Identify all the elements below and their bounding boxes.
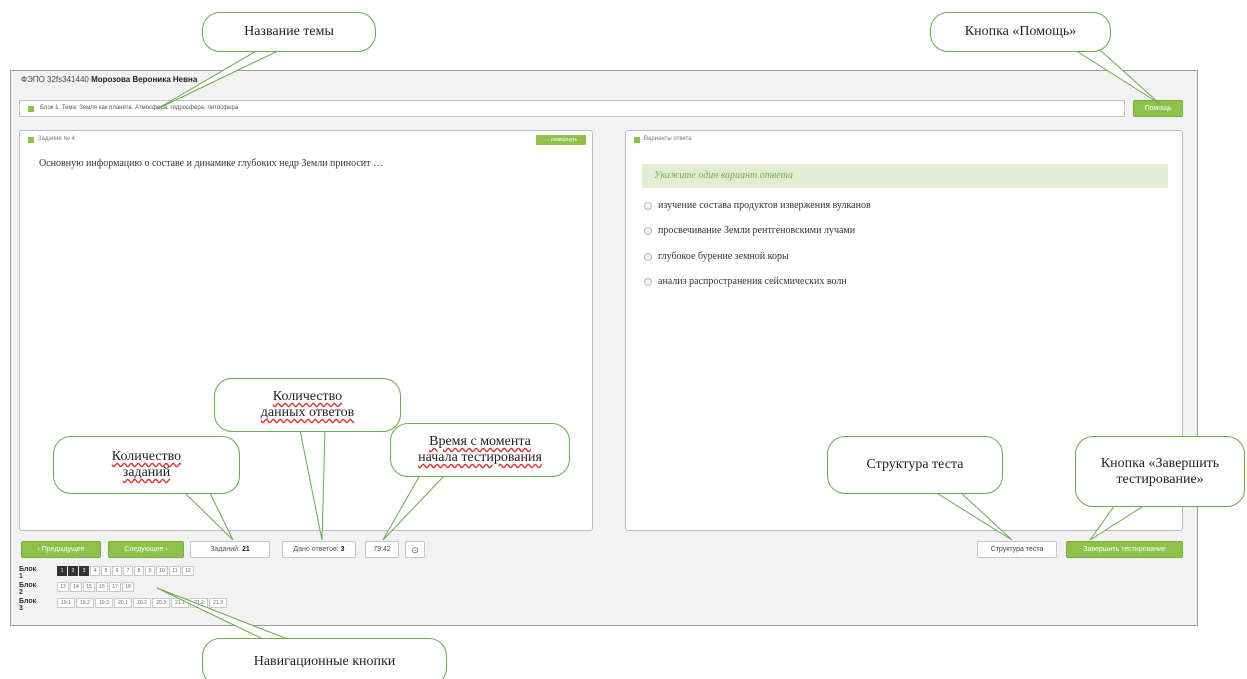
callout-line: тестирование» <box>1116 471 1204 487</box>
callout-line: Количество <box>111 449 182 464</box>
callout-answers-count: Количество данных ответов <box>214 378 401 432</box>
callout-test-structure: Структура теста <box>827 436 1003 494</box>
callout-pointer <box>183 492 234 541</box>
callout-pointer <box>933 491 1013 541</box>
callout-line: заданий <box>122 465 171 480</box>
callout-line: Количество <box>272 389 343 404</box>
callout-line: Кнопка «Завершить <box>1100 455 1220 471</box>
callout-pointer <box>382 474 447 541</box>
callout-pointers <box>156 49 1161 641</box>
callout-pointer <box>1073 49 1161 105</box>
callout-tasks-count: Количество заданий <box>53 436 240 494</box>
callout-topic-name: Название темы <box>202 12 376 52</box>
callout-finish-button: Кнопка «Завершить тестирование» <box>1075 436 1245 507</box>
callout-elapsed-time: Время с момента начала тестирования <box>390 423 570 477</box>
callout-pointer <box>156 49 281 110</box>
callout-nav-buttons: Навигационные кнопки <box>202 638 447 679</box>
callout-line: данных ответов <box>260 405 355 420</box>
callout-pointer <box>156 587 291 641</box>
callout-line: начала тестирования <box>418 450 542 465</box>
callout-pointer <box>299 429 326 541</box>
callout-line: Время с момента <box>429 434 531 449</box>
callout-pointer <box>1089 504 1147 541</box>
callout-help-button: Кнопка «Помощь» <box>930 12 1111 52</box>
